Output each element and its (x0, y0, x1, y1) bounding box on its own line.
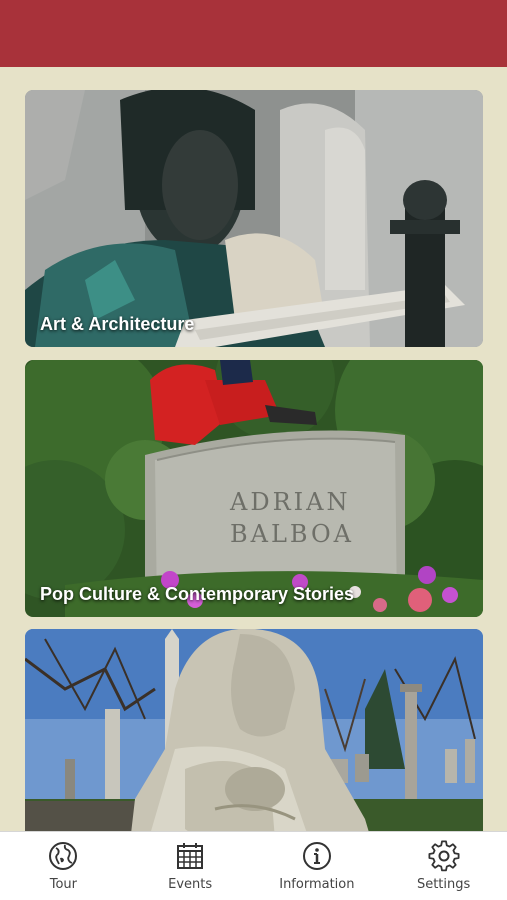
tab-label: Events (168, 877, 213, 892)
card-title: Pop Culture & Contemporary Stories (40, 584, 355, 604)
category-list: Art & Architecture ADRIAN BALBOA Pop Cul… (0, 67, 507, 831)
bottom-tab-bar: Tour Events Information Settings (0, 831, 507, 900)
category-card-third[interactable] (25, 629, 483, 831)
globe-icon (49, 842, 78, 870)
info-icon (302, 842, 331, 870)
pop-culture-image: ADRIAN BALBOA (25, 360, 483, 617)
app-header (0, 0, 507, 67)
tab-events[interactable]: Events (127, 832, 254, 900)
calendar-icon (177, 843, 204, 869)
statue-image (25, 629, 483, 831)
category-card-pop-culture[interactable]: ADRIAN BALBOA Pop Culture & Contemporary… (25, 360, 483, 617)
svg-text:BALBOA: BALBOA (230, 520, 354, 548)
tab-information[interactable]: Information (254, 832, 381, 900)
tab-label: Information (279, 877, 355, 892)
tab-label: Settings (416, 877, 471, 892)
svg-text:ADRIAN: ADRIAN (229, 488, 350, 516)
tab-label: Tour (49, 877, 78, 892)
gear-icon (428, 840, 460, 872)
tab-tour[interactable]: Tour (0, 832, 127, 900)
category-card-art-architecture[interactable]: Art & Architecture (25, 90, 483, 347)
tab-settings[interactable]: Settings (380, 832, 507, 900)
card-title: Art & Architecture (40, 314, 195, 334)
art-architecture-image (25, 90, 483, 347)
